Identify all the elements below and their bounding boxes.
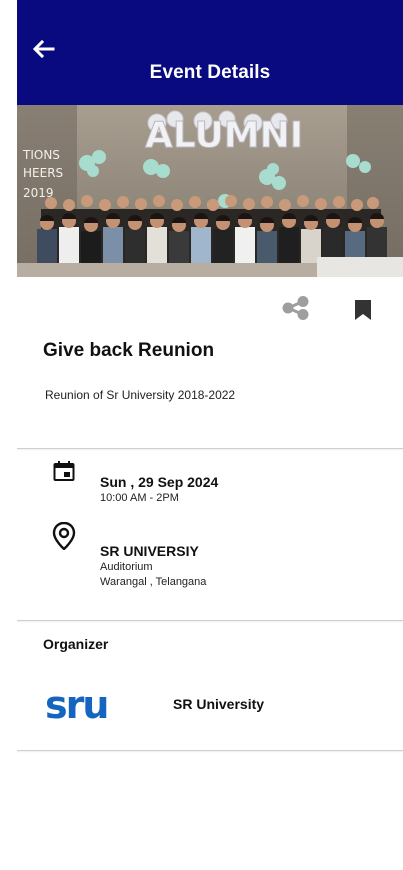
arrow-left-icon	[32, 39, 55, 59]
divider	[17, 620, 403, 621]
svg-text:ALUMNI: ALUMNI	[145, 115, 303, 156]
venue-hall: Auditorium	[100, 561, 153, 573]
event-date: Sun , 29 Sep 2024	[100, 474, 219, 490]
page-title: Event Details	[149, 62, 271, 83]
svg-text:HEERS: HEERS	[23, 166, 63, 180]
organizer-logo: sru	[45, 683, 123, 727]
share-button[interactable]	[281, 296, 311, 320]
map-pin-icon	[52, 521, 76, 551]
event-time: 10:00 AM - 2PM	[100, 492, 179, 504]
venue-city: Warangal , Telangana	[100, 576, 207, 588]
divider	[17, 448, 403, 449]
svg-text:sru: sru	[45, 688, 107, 722]
bookmark-button[interactable]	[355, 300, 371, 320]
back-button[interactable]	[29, 36, 57, 62]
divider	[17, 750, 403, 751]
svg-text:TIONS: TIONS	[22, 148, 60, 162]
event-details-screen: Event Details ALUMNI TIONS HEERS 2019 Gi…	[17, 0, 403, 870]
event-subtitle: Reunion of Sr University 2018-2022	[45, 388, 236, 402]
bookmark-icon	[355, 300, 371, 320]
calendar-icon	[53, 461, 75, 481]
group-photo-illustration: ALUMNI TIONS HEERS 2019	[17, 105, 403, 277]
event-cover-image: ALUMNI TIONS HEERS 2019	[17, 105, 403, 277]
organizer-heading: Organizer	[43, 636, 109, 652]
event-title: Give back Reunion	[43, 340, 215, 361]
share-icon	[282, 296, 309, 320]
app-header: Event Details	[17, 0, 403, 105]
organizer-name[interactable]: SR University	[173, 696, 264, 712]
venue-name: SR UNIVERSIY	[100, 543, 199, 559]
